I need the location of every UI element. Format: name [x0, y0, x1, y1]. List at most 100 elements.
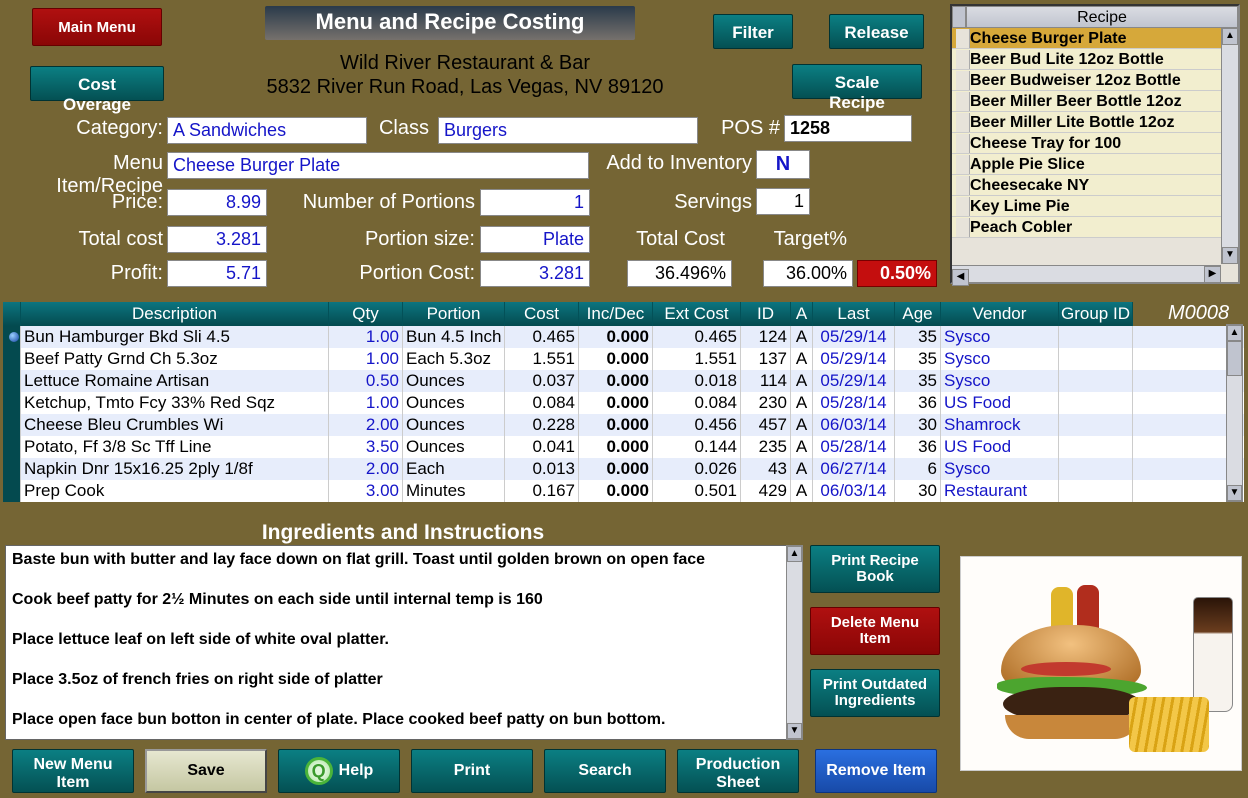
recipe-list-item[interactable]: Apple Pie Slice [952, 154, 1221, 175]
portion-cost-input[interactable] [480, 260, 590, 287]
ingredients-col-header[interactable]: Qty [329, 302, 403, 326]
instructions-text[interactable]: Baste bun with butter and lay face down … [5, 545, 803, 740]
menu-code: M0008 [1168, 302, 1229, 325]
ingredients-col-header[interactable]: Portion [403, 302, 505, 326]
ingredients-col-header[interactable]: Cost [505, 302, 579, 326]
percent-actual[interactable] [627, 260, 732, 287]
instructions-vscroll[interactable]: ▲ ▼ [786, 545, 803, 740]
recipe-list-item[interactable]: Key Lime Pie [952, 196, 1221, 217]
ingredients-col-header[interactable]: ID [741, 302, 791, 326]
print-outdated-ingredients-button[interactable]: Print Outdated Ingredients [810, 669, 940, 717]
profit-input[interactable] [167, 260, 267, 287]
filter-button[interactable]: Filter [713, 14, 793, 49]
scale-recipe-button[interactable]: Scale Recipe [792, 64, 922, 99]
pos-label: POS # [705, 117, 780, 140]
recipe-list-item[interactable]: Beer Budweiser 12oz Bottle [952, 70, 1221, 91]
recipe-list-panel: Recipe Cheese Burger PlateBeer Bud Lite … [950, 4, 1240, 284]
row-indicator-icon [3, 370, 21, 392]
recipe-list-vscroll[interactable]: ▲ ▼ [1221, 28, 1238, 264]
menu-item-input[interactable] [167, 152, 589, 179]
scroll-down-icon[interactable]: ▼ [1222, 247, 1238, 264]
target-label: Target% [752, 228, 847, 251]
ingredients-row[interactable]: Potato, Ff 3/8 Sc Tff Line3.50Ounces0.04… [3, 436, 1244, 458]
recipe-list-item[interactable]: Peach Cobler [952, 217, 1221, 238]
scroll-up-icon[interactable]: ▲ [1227, 325, 1242, 341]
ingredients-col-header[interactable]: A [791, 302, 813, 326]
ingredients-row[interactable]: Cheese Bleu Crumbles Wi2.00Ounces0.2280.… [3, 414, 1244, 436]
recipe-list-corner [952, 6, 966, 28]
scroll-down-icon[interactable]: ▼ [1227, 485, 1242, 501]
class-input[interactable] [438, 117, 698, 144]
servings-label: Servings [640, 191, 752, 214]
row-indicator-icon [3, 414, 21, 436]
ingredients-table: DescriptionQtyPortionCostInc/DecExt Cost… [3, 302, 1244, 502]
ingredients-col-header[interactable]: Inc/Dec [579, 302, 653, 326]
row-indicator-icon [3, 348, 21, 370]
production-sheet-button[interactable]: Production Sheet [677, 749, 799, 793]
ingredients-row[interactable]: Napkin Dnr 15x16.25 2ply 1/8f2.00Each0.0… [3, 458, 1244, 480]
new-menu-item-button[interactable]: New Menu Item [12, 749, 134, 793]
ingredients-col-header[interactable]: Vendor [941, 302, 1059, 326]
percent-diff: 0.50% [857, 260, 937, 287]
num-portions-input[interactable] [480, 189, 590, 216]
total-cost-input[interactable] [167, 226, 267, 253]
ingredients-vscroll[interactable]: ▲ ▼ [1226, 324, 1243, 502]
class-label: Class [374, 117, 434, 140]
print-recipe-book-button[interactable]: Print Recipe Book [810, 545, 940, 593]
add-inventory-input[interactable] [756, 150, 810, 179]
main-menu-button[interactable]: Main Menu [32, 8, 162, 46]
search-button[interactable]: Search [544, 749, 666, 793]
help-label: Help [339, 762, 374, 779]
recipe-image [960, 556, 1242, 771]
portion-cost-label: Portion Cost: [306, 262, 475, 285]
price-label: Price: [60, 191, 163, 214]
portion-size-input[interactable] [480, 226, 590, 253]
total-cost2-label: Total Cost [600, 228, 725, 251]
remove-item-button[interactable]: Remove Item [815, 749, 937, 793]
scroll-up-icon[interactable]: ▲ [1222, 28, 1238, 45]
recipe-list-item[interactable]: Beer Miller Lite Bottle 12oz [952, 112, 1221, 133]
recipe-list-hscroll[interactable]: ◀ ▶ [952, 265, 1221, 282]
row-indicator-icon [3, 392, 21, 414]
restaurant-address: 5832 River Run Road, Las Vegas, NV 89120 [265, 76, 665, 99]
category-label: Category: [60, 117, 163, 140]
ingredients-col-header[interactable]: Description [21, 302, 329, 326]
pos-input[interactable] [784, 115, 912, 142]
instructions-title: Ingredients and Instructions [3, 521, 803, 545]
recipe-list-item[interactable]: Beer Miller Beer Bottle 12oz [952, 91, 1221, 112]
recipe-list-item[interactable]: Cheese Tray for 100 [952, 133, 1221, 154]
ingredients-col-header[interactable]: Group ID [1059, 302, 1133, 326]
percent-target[interactable] [763, 260, 853, 287]
scroll-right-icon[interactable]: ▶ [1204, 266, 1221, 283]
ingredients-row[interactable]: Bun Hamburger Bkd Sli 4.51.00Bun 4.5 Inc… [3, 326, 1244, 348]
ingredients-col-header[interactable]: Age [895, 302, 941, 326]
servings-input[interactable] [756, 188, 810, 215]
print-button[interactable]: Print [411, 749, 533, 793]
release-button[interactable]: Release [829, 14, 924, 49]
scroll-thumb[interactable] [1227, 341, 1242, 376]
row-indicator-icon [3, 326, 21, 348]
ingredients-row[interactable]: Ketchup, Tmto Fcy 33% Red Sqz1.00Ounces0… [3, 392, 1244, 414]
cost-overage-button[interactable]: Cost Overage [30, 66, 164, 101]
scroll-left-icon[interactable]: ◀ [952, 269, 969, 286]
recipe-list-item[interactable]: Cheesecake NY [952, 175, 1221, 196]
ingredients-row[interactable]: Beef Patty Grnd Ch 5.3oz1.00Each 5.3oz1.… [3, 348, 1244, 370]
ingredients-col-header[interactable]: Last [813, 302, 895, 326]
save-button[interactable]: Save [145, 749, 267, 793]
fries-icon [1129, 697, 1209, 752]
ingredients-col-header[interactable]: Ext Cost [653, 302, 741, 326]
help-button[interactable]: QHelp [278, 749, 400, 793]
recipe-list-item[interactable]: Cheese Burger Plate [952, 28, 1221, 49]
restaurant-name: Wild River Restaurant & Bar [265, 52, 665, 75]
soda-glass-icon [1193, 597, 1233, 712]
recipe-list-item[interactable]: Beer Bud Lite 12oz Bottle [952, 49, 1221, 70]
delete-menu-item-button[interactable]: Delete Menu Item [810, 607, 940, 655]
recipe-list-header[interactable]: Recipe [966, 6, 1238, 28]
scroll-down-icon[interactable]: ▼ [787, 723, 802, 739]
category-input[interactable] [167, 117, 367, 144]
total-cost-label: Total cost [45, 228, 163, 251]
ingredients-row[interactable]: Prep Cook3.00Minutes0.1670.0000.501429A0… [3, 480, 1244, 502]
price-input[interactable] [167, 189, 267, 216]
scroll-up-icon[interactable]: ▲ [787, 546, 802, 562]
ingredients-row[interactable]: Lettuce Romaine Artisan0.50Ounces0.0370.… [3, 370, 1244, 392]
